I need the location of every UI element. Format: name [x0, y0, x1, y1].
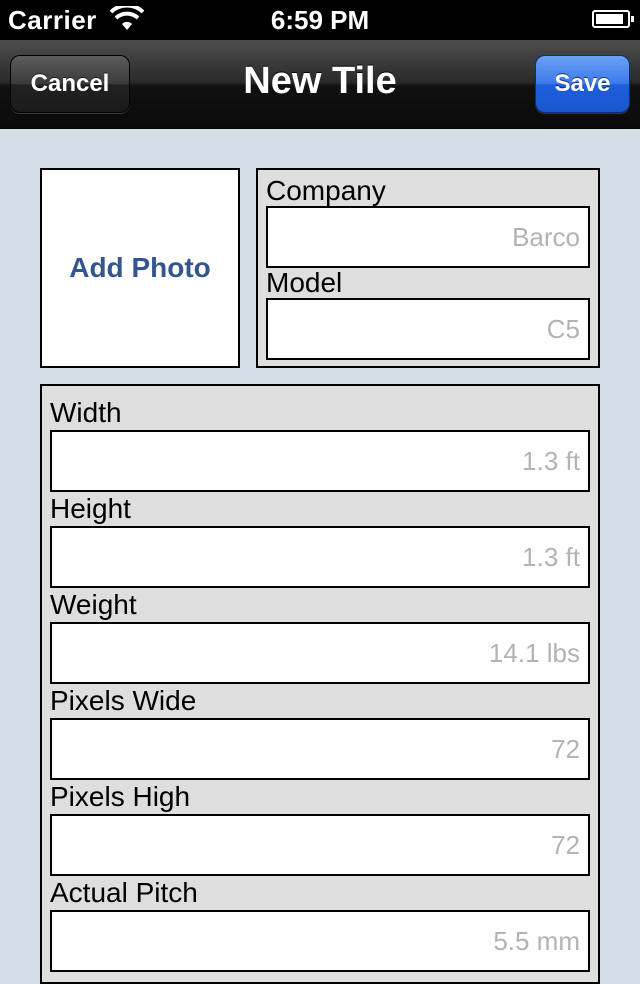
pixels-wide-label: Pixels Wide [50, 685, 197, 716]
weight-label: Weight [50, 589, 137, 620]
model-field[interactable] [266, 298, 590, 360]
model-label: Model [266, 267, 343, 298]
navigation-bar: Cancel New Tile Save [0, 40, 640, 129]
pixels-high-field[interactable] [50, 814, 590, 876]
status-bar: Carrier 6:59 PM [0, 0, 640, 40]
actual-pitch-field[interactable] [50, 910, 590, 972]
battery-icon [592, 10, 634, 28]
weight-field[interactable] [50, 622, 590, 684]
company-label: Company [266, 175, 386, 206]
pixels-wide-field[interactable] [50, 718, 590, 780]
add-photo-button[interactable]: Add Photo [40, 168, 240, 368]
save-button[interactable]: Save [535, 55, 630, 113]
company-field[interactable] [266, 206, 590, 268]
height-label: Height [50, 493, 131, 524]
height-field[interactable] [50, 526, 590, 588]
add-photo-label: Add Photo [69, 252, 211, 283]
actual-pitch-label: Actual Pitch [50, 877, 198, 908]
width-label: Width [50, 397, 122, 428]
pixels-high-label: Pixels High [50, 781, 191, 812]
width-field[interactable] [50, 430, 590, 492]
specs-panel: Width Height Weight Pixels Wide Pixels H… [40, 384, 600, 984]
company-model-panel: Company Model [256, 168, 600, 368]
clock-time: 6:59 PM [270, 5, 370, 35]
